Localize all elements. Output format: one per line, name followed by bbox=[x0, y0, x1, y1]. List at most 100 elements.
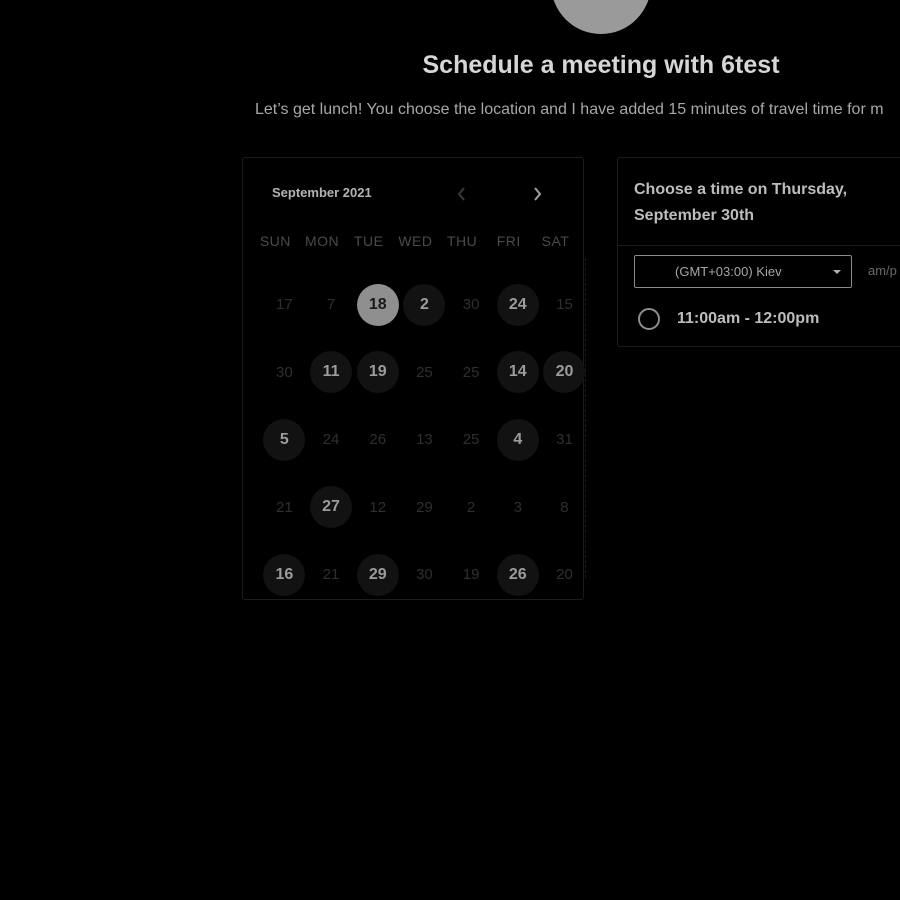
calendar-day-available[interactable]: 2 bbox=[403, 283, 446, 326]
calendar-day-unavailable: 21 bbox=[276, 498, 293, 516]
calendar-day-unavailable: 25 bbox=[462, 363, 480, 381]
calendar-day-cell: 16 bbox=[261, 541, 308, 609]
calendar-day-unavailable: 21 bbox=[322, 566, 340, 584]
calendar-day-unavailable: 19 bbox=[462, 566, 480, 584]
time-format-toggle[interactable]: am/p bbox=[868, 263, 897, 278]
calendar-day-cell: 27 bbox=[308, 474, 355, 542]
calendar-day-cell: 19 bbox=[448, 541, 495, 609]
calendar-day-cell: 31 bbox=[541, 406, 588, 474]
calendar-day-available[interactable]: 24 bbox=[496, 283, 539, 326]
calendar-day-available[interactable]: 11 bbox=[310, 351, 353, 394]
calendar-scroll-edge bbox=[583, 258, 586, 578]
time-selection-panel: Choose a time on Thursday, September 30t… bbox=[617, 157, 900, 347]
page-title: Schedule a meeting with 6test bbox=[422, 51, 780, 79]
weekday-label: THU bbox=[446, 233, 478, 249]
scheduling-page: Schedule a meeting with 6test Let’s get … bbox=[0, 0, 900, 900]
chevron-right-icon bbox=[534, 187, 542, 201]
time-slot-label: 11:00am - 12:00pm bbox=[677, 310, 820, 327]
calendar-day-cell: 30 bbox=[401, 541, 448, 609]
previous-month-button[interactable] bbox=[449, 182, 473, 206]
calendar-day-cell: 13 bbox=[401, 406, 448, 474]
calendar-day-unavailable: 13 bbox=[416, 431, 433, 449]
calendar-day-unavailable: 31 bbox=[556, 431, 573, 449]
calendar-day-unavailable: 30 bbox=[276, 363, 293, 381]
calendar-day-available[interactable]: 20 bbox=[543, 351, 586, 394]
calendar-days-grid: 17 7 18 2 30 24 15 30 11 19 25 25 14 20 5 24 26 13 25 4 31 21… bbox=[261, 271, 588, 609]
weekday-label: FRI bbox=[496, 233, 521, 249]
calendar-day-cell: 24 bbox=[494, 271, 541, 339]
calendar-day-cell: 7 bbox=[308, 271, 355, 339]
calendar-day-unavailable: 25 bbox=[416, 363, 433, 381]
calendar-day-cell: 2 bbox=[448, 474, 495, 542]
calendar-day-unavailable: 20 bbox=[556, 566, 573, 584]
calendar-day-cell: 8 bbox=[541, 474, 588, 542]
calendar-day-cell: 21 bbox=[308, 541, 355, 609]
calendar-day-cell: 25 bbox=[401, 339, 448, 407]
calendar-day-unavailable: 25 bbox=[462, 431, 480, 449]
weekday-label: TUE bbox=[353, 233, 384, 249]
calendar-day-available[interactable]: 29 bbox=[356, 553, 399, 596]
timezone-value: (GMT+03:00) Kiev bbox=[675, 264, 782, 279]
calendar-day-unavailable: 30 bbox=[416, 566, 433, 584]
calendar-day-unavailable: 8 bbox=[560, 498, 569, 516]
calendar-day-cell: 14 bbox=[494, 339, 541, 407]
time-panel-heading: Choose a time on Thursday, September 30t… bbox=[634, 181, 848, 224]
calendar-day-cell: 17 bbox=[261, 271, 308, 339]
calendar-month-label: September 2021 bbox=[272, 185, 372, 200]
weekday-label: SAT bbox=[541, 233, 570, 249]
calendar-day-cell: 30 bbox=[448, 271, 495, 339]
calendar-day-available[interactable]: 16 bbox=[263, 553, 306, 596]
calendar-day-cell: 24 bbox=[308, 406, 355, 474]
calendar-day-selected[interactable]: 18 bbox=[356, 283, 399, 326]
calendar-day-available[interactable]: 19 bbox=[356, 351, 399, 394]
radio-button[interactable] bbox=[638, 308, 660, 330]
weekday-label: WED bbox=[398, 233, 433, 249]
calendar-day-cell: 2 bbox=[401, 271, 448, 339]
next-month-button[interactable] bbox=[526, 182, 550, 206]
calendar-day-unavailable: 26 bbox=[369, 431, 387, 449]
timezone-select[interactable]: (GMT+03:00) Kiev bbox=[634, 255, 852, 288]
calendar-day-cell: 3 bbox=[494, 474, 541, 542]
calendar-day-available[interactable]: 4 bbox=[496, 418, 539, 461]
calendar-day-cell: 21 bbox=[261, 474, 308, 542]
calendar-day-unavailable: 17 bbox=[276, 296, 293, 314]
calendar-day-unavailable: 12 bbox=[369, 498, 387, 516]
calendar-day-available[interactable]: 14 bbox=[496, 351, 539, 394]
calendar-day-cell: 4 bbox=[494, 406, 541, 474]
calendar-day-cell: 30 bbox=[261, 339, 308, 407]
chevron-left-icon bbox=[457, 187, 465, 201]
calendar-day-cell: 20 bbox=[541, 541, 588, 609]
calendar-day-unavailable: 7 bbox=[326, 296, 336, 314]
calendar-day-cell: 26 bbox=[494, 541, 541, 609]
time-slot-option[interactable]: 11:00am - 12:00pm bbox=[638, 308, 819, 330]
caret-down-icon bbox=[833, 270, 841, 274]
calendar-day-available[interactable]: 26 bbox=[496, 553, 539, 596]
calendar-day-cell: 26 bbox=[354, 406, 401, 474]
calendar-day-unavailable: 29 bbox=[416, 498, 433, 516]
weekday-label: MON bbox=[304, 233, 340, 249]
calendar-day-cell: 12 bbox=[354, 474, 401, 542]
divider bbox=[618, 245, 900, 246]
calendar-day-available[interactable]: 27 bbox=[310, 486, 353, 529]
calendar-day-cell: 20 bbox=[541, 339, 588, 407]
weekday-header-row: SUN MON TUE WED THU FRI SAT bbox=[252, 233, 579, 249]
calendar-day-cell: 25 bbox=[448, 339, 495, 407]
calendar-day-cell: 15 bbox=[541, 271, 588, 339]
calendar-day-unavailable: 3 bbox=[513, 498, 522, 516]
calendar-day-cell: 11 bbox=[308, 339, 355, 407]
calendar-day-cell: 29 bbox=[401, 474, 448, 542]
calendar-day-available[interactable]: 5 bbox=[263, 418, 306, 461]
calendar-day-cell: 18 bbox=[354, 271, 401, 339]
meeting-description: Let’s get lunch! You choose the location… bbox=[255, 101, 884, 118]
calendar-day-unavailable: 15 bbox=[556, 296, 573, 314]
calendar-day-cell: 25 bbox=[448, 406, 495, 474]
calendar-day-cell: 5 bbox=[261, 406, 308, 474]
calendar-day-cell: 29 bbox=[354, 541, 401, 609]
calendar-day-unavailable: 24 bbox=[322, 431, 340, 449]
calendar-day-cell: 19 bbox=[354, 339, 401, 407]
calendar-day-unavailable: 2 bbox=[466, 498, 476, 516]
calendar-day-unavailable: 30 bbox=[462, 296, 480, 314]
header: Schedule a meeting with 6test bbox=[0, 0, 900, 100]
weekday-label: SUN bbox=[259, 233, 291, 249]
date-picker-calendar: September 2021 SUN MON TUE WED THU FRI S… bbox=[242, 157, 586, 600]
